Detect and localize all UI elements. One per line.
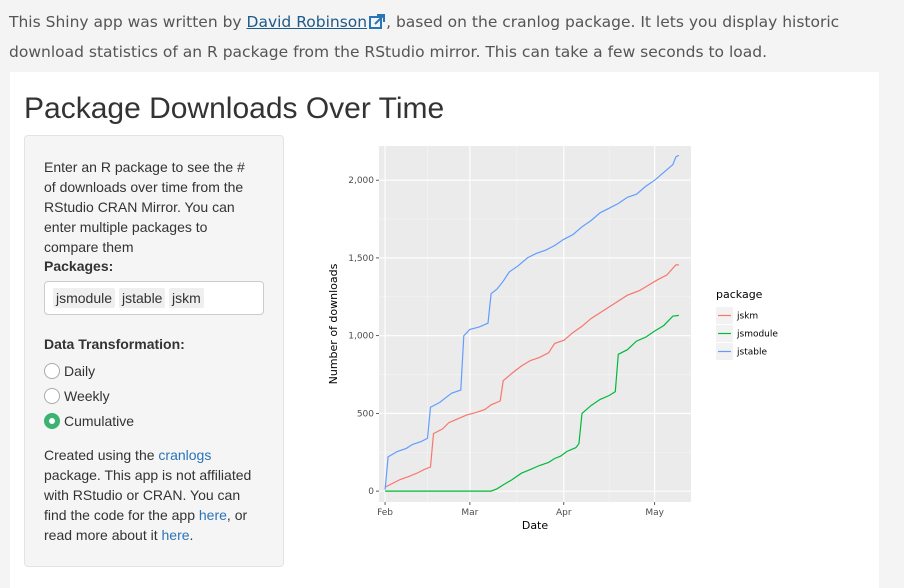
footer-text-1: Created using the <box>44 447 159 463</box>
y-tick-label: 1,500 <box>348 254 374 264</box>
external-link-icon[interactable] <box>369 12 386 39</box>
page-title: Package Downloads Over Time <box>24 92 445 125</box>
downloads-chart: 0 500 1,000 1,500 2,000 Feb Mar Apr May Date Numbe… <box>327 146 778 532</box>
intro-text-before: This Shiny app was written by <box>9 13 247 31</box>
y-tick-label: 500 <box>357 409 374 419</box>
radio-label-weekly: Weekly <box>64 388 110 404</box>
x-tick-label: Mar <box>461 508 478 518</box>
plot-panel-background <box>379 146 691 502</box>
y-axis-title: Number of downloads <box>327 263 340 384</box>
cranlogs-link[interactable]: cranlogs <box>158 447 211 463</box>
package-tag-jskm[interactable]: jskm <box>169 288 204 308</box>
x-axis-title: Date <box>522 519 549 532</box>
package-tag-jstable[interactable]: jstable <box>119 288 166 308</box>
legend-label-jsmodule: jsmodule <box>736 330 778 340</box>
main-panel: Package Downloads Over Time Enter an R p… <box>10 72 879 588</box>
intro-text: This Shiny app was written by David Robi… <box>9 9 889 66</box>
sidebar-description: Enter an R package to see the # of downl… <box>44 159 245 255</box>
sidebar-panel: Enter an R package to see the # of downl… <box>24 135 284 567</box>
footer-text-4: . <box>189 527 194 543</box>
packages-input[interactable]: jsmodule jstable jskm <box>44 281 264 315</box>
legend-label-jskm: jskm <box>736 312 758 322</box>
y-tick-label: 0 <box>368 487 374 497</box>
transform-label: Data Transformation: <box>44 336 185 352</box>
radio-button[interactable] <box>44 363 60 379</box>
legend-label-jstable: jstable <box>736 348 767 358</box>
author-link[interactable]: David Robinson <box>247 13 368 31</box>
package-tag-jsmodule[interactable]: jsmodule <box>53 288 116 308</box>
radio-label-daily: Daily <box>64 363 96 379</box>
legend-title: package <box>716 288 763 301</box>
sidebar-footer: Created using the cranlogs package. This… <box>44 445 266 545</box>
code-link[interactable]: here <box>199 507 227 523</box>
read-more-link[interactable]: here <box>162 527 190 543</box>
x-tick-label: Feb <box>377 508 393 518</box>
y-tick-label: 1,000 <box>348 332 374 342</box>
x-tick-label: May <box>645 508 664 518</box>
packages-label: Packages: <box>44 258 114 274</box>
x-tick-label: Apr <box>556 508 572 518</box>
radio-button[interactable] <box>44 388 60 404</box>
y-tick-label: 2,000 <box>348 176 374 186</box>
radio-button-checked[interactable] <box>44 413 60 429</box>
radio-label-cumulative: Cumulative <box>64 413 135 429</box>
